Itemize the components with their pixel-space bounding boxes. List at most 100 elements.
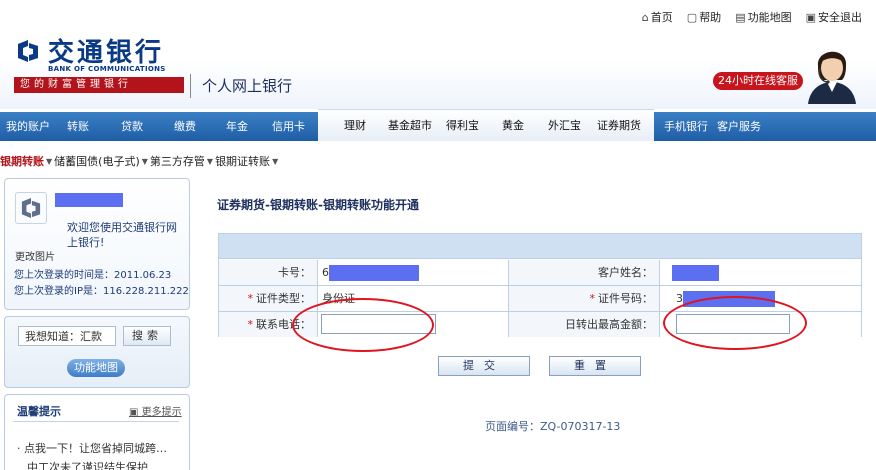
site-title: 个人网上银行 [202,77,293,95]
bank-name-en: BANK OF COMMUNICATIONS [48,65,166,73]
welcome-text: 欢迎您使用交通银行网上银行! [67,221,177,249]
id-type-value: 身份证 [317,286,508,311]
daily-limit-label: 日转出最高金额： [508,312,659,337]
home-icon: ⌂ [641,10,649,24]
phone-cell [317,312,508,337]
tip-item[interactable]: 中工次未了谨识结生保护 [27,459,148,470]
subnav-savings-bonds[interactable]: 储蓄国债(电子式) [54,153,140,169]
chevron-down-icon: ▼ [46,156,53,166]
logout-link[interactable]: ▣ 安全退出 [806,9,862,25]
main-nav-left: 我的账户 转账 贷款 缴费 年金 信用卡 [0,112,318,141]
user-picture[interactable] [15,192,47,224]
logout-link-label: 安全退出 [818,11,862,24]
id-number-masked: ████████████ [683,291,775,307]
page-title: 证券期货-银期转账-银期转账功能开通 [217,198,419,212]
main-nav-right: 手机银行 客户服务 [654,112,876,141]
id-type-label: * 证件类型： [219,286,317,311]
customer-name-value: ██████ [659,260,861,285]
username-masked: ████ [55,193,123,207]
help-search-input[interactable] [18,326,116,346]
nav-loan[interactable]: 贷款 [121,112,143,141]
change-picture-link[interactable]: 更改图片 [15,248,55,263]
id-number-value: 3████████████ [659,286,861,311]
bank-logo-icon [21,198,41,218]
subnav-bank-securities-transfer[interactable]: 银期证转账 [215,153,270,169]
nav-customer-service[interactable]: 客户服务 [717,112,761,141]
card-value: 6████████████ [317,260,508,285]
header-divider [190,74,191,98]
map-icon: ▤ [735,10,746,24]
customer-service-avatar [808,51,856,104]
chevron-down-icon: ▼ [272,156,279,166]
card-label: 卡号： [219,260,317,285]
phone-input[interactable] [321,314,436,334]
logout-icon: ▣ [805,10,816,24]
more-tips-link[interactable]: ▣ 更多提示 [129,403,182,418]
nav-transfer[interactable]: 转账 [67,112,89,141]
home-link-label: 首页 [650,11,673,24]
online-service-button[interactable]: 24小时在线客服 [713,72,803,90]
daily-limit-cell [659,312,861,337]
search-button[interactable]: 搜索 [123,326,171,346]
function-map-button[interactable]: 功能地图 [67,359,125,377]
submit-button[interactable]: 提交 [438,356,530,376]
id-type-label-text: 证件类型： [256,292,311,305]
user-info-box: ████ 欢迎您使用交通银行网上银行! 更改图片 您上次登录的时间是：2011.… [4,178,190,310]
card-number-masked: ████████████ [329,265,419,281]
function-map-link[interactable]: ▤ 功能地图 [735,9,791,25]
required-mark: * [247,318,254,331]
nav-delibao[interactable]: 得利宝 [446,110,479,142]
main-nav-middle: 理财 基金超市 得利宝 黄金 外汇宝 证券期货 [318,109,654,141]
phone-label: * 联系电话： [219,312,317,337]
bullet-icon: · [17,442,24,455]
form-row: * 证件类型： 身份证 * 证件号码： 3████████████ [219,286,861,312]
home-link[interactable]: ⌂ 首页 [642,9,673,25]
top-links: ⌂ 首页 ▢ 帮助 ▤ 功能地图 ▣ 安全退出 [642,9,862,25]
help-link-label: 帮助 [699,11,722,24]
site-header: ⌂ 首页 ▢ 帮助 ▤ 功能地图 ▣ 安全退出 交通银行 BANK OF COM… [0,0,876,109]
tips-divider [13,421,179,422]
tips-box: 温馨提示 ▣ 更多提示 · 点我一下！让您省掉同城跨… 中工次未了谨识结生保护 [4,394,190,470]
bank-name-cn: 交通银行 [48,38,165,68]
subnav-bank-futures-transfer[interactable]: 银期转账 [0,153,44,169]
form-row: 卡号： 6████████████ 客户姓名： ██████ [219,260,861,286]
help-link[interactable]: ▢ 帮助 [687,9,721,25]
reset-button[interactable]: 重置 [549,356,641,376]
tip-item[interactable]: · 点我一下！让您省掉同城跨… [17,440,167,456]
left-panel: ████ 欢迎您使用交通银行网上银行! 更改图片 您上次登录的时间是：2011.… [4,178,190,470]
help-icon: ▢ [686,10,698,24]
nav-annuity[interactable]: 年金 [226,112,248,141]
more-icon: ▣ [129,407,142,418]
tips-title: 温馨提示 [17,405,61,418]
bank-logo-icon [18,40,38,62]
id-number-label: * 证件号码： [508,286,659,311]
nav-mobile-banking[interactable]: 手机银行 [664,112,708,141]
last-login-time: 您上次登录的时间是：2011.06.23 [14,270,172,281]
nav-fund-market[interactable]: 基金超市 [388,110,432,142]
required-mark: * [589,292,596,305]
nav-credit-card[interactable]: 信用卡 [272,112,305,141]
nav-wealth[interactable]: 理财 [344,110,366,142]
page-code: 页面编号：ZQ-070317-13 [485,420,621,433]
nav-securities-futures[interactable]: 证券期货 [597,110,641,142]
customer-name-masked: ██████ [672,265,719,281]
daily-limit-input[interactable] [676,314,790,334]
bank-futures-open-form: 卡号： 6████████████ 客户姓名： ██████ * 证件类型： 身份… [218,233,862,337]
bank-slogan: 您的财富管理银行 [14,77,184,93]
chevron-down-icon: ▼ [141,156,148,166]
bank-logo[interactable]: 交通银行 BANK OF COMMUNICATIONS 您的财富管理银行 [14,32,194,102]
id-number-label-text: 证件号码： [598,292,653,305]
last-login-ip: 您上次登录的IP是：116.228.211.222 [14,286,189,297]
nav-forex[interactable]: 外汇宝 [548,110,581,142]
phone-label-text: 联系电话： [256,318,311,331]
nav-my-account[interactable]: 我的账户 [6,112,50,141]
sub-nav: 银期转账 ▼ 储蓄国债(电子式) ▼ 第三方存管 ▼ 银期证转账 ▼ [0,152,280,170]
id-number-prefix: 3 [676,292,683,305]
form-row: * 联系电话： 日转出最高金额： [219,312,861,338]
subnav-third-party-custody[interactable]: 第三方存管 [150,153,205,169]
customer-name-label: 客户姓名： [508,260,659,285]
function-map-link-label: 功能地图 [747,11,792,24]
form-header-bar [219,234,861,259]
nav-gold[interactable]: 黄金 [502,110,524,142]
nav-payment[interactable]: 缴费 [174,112,196,141]
